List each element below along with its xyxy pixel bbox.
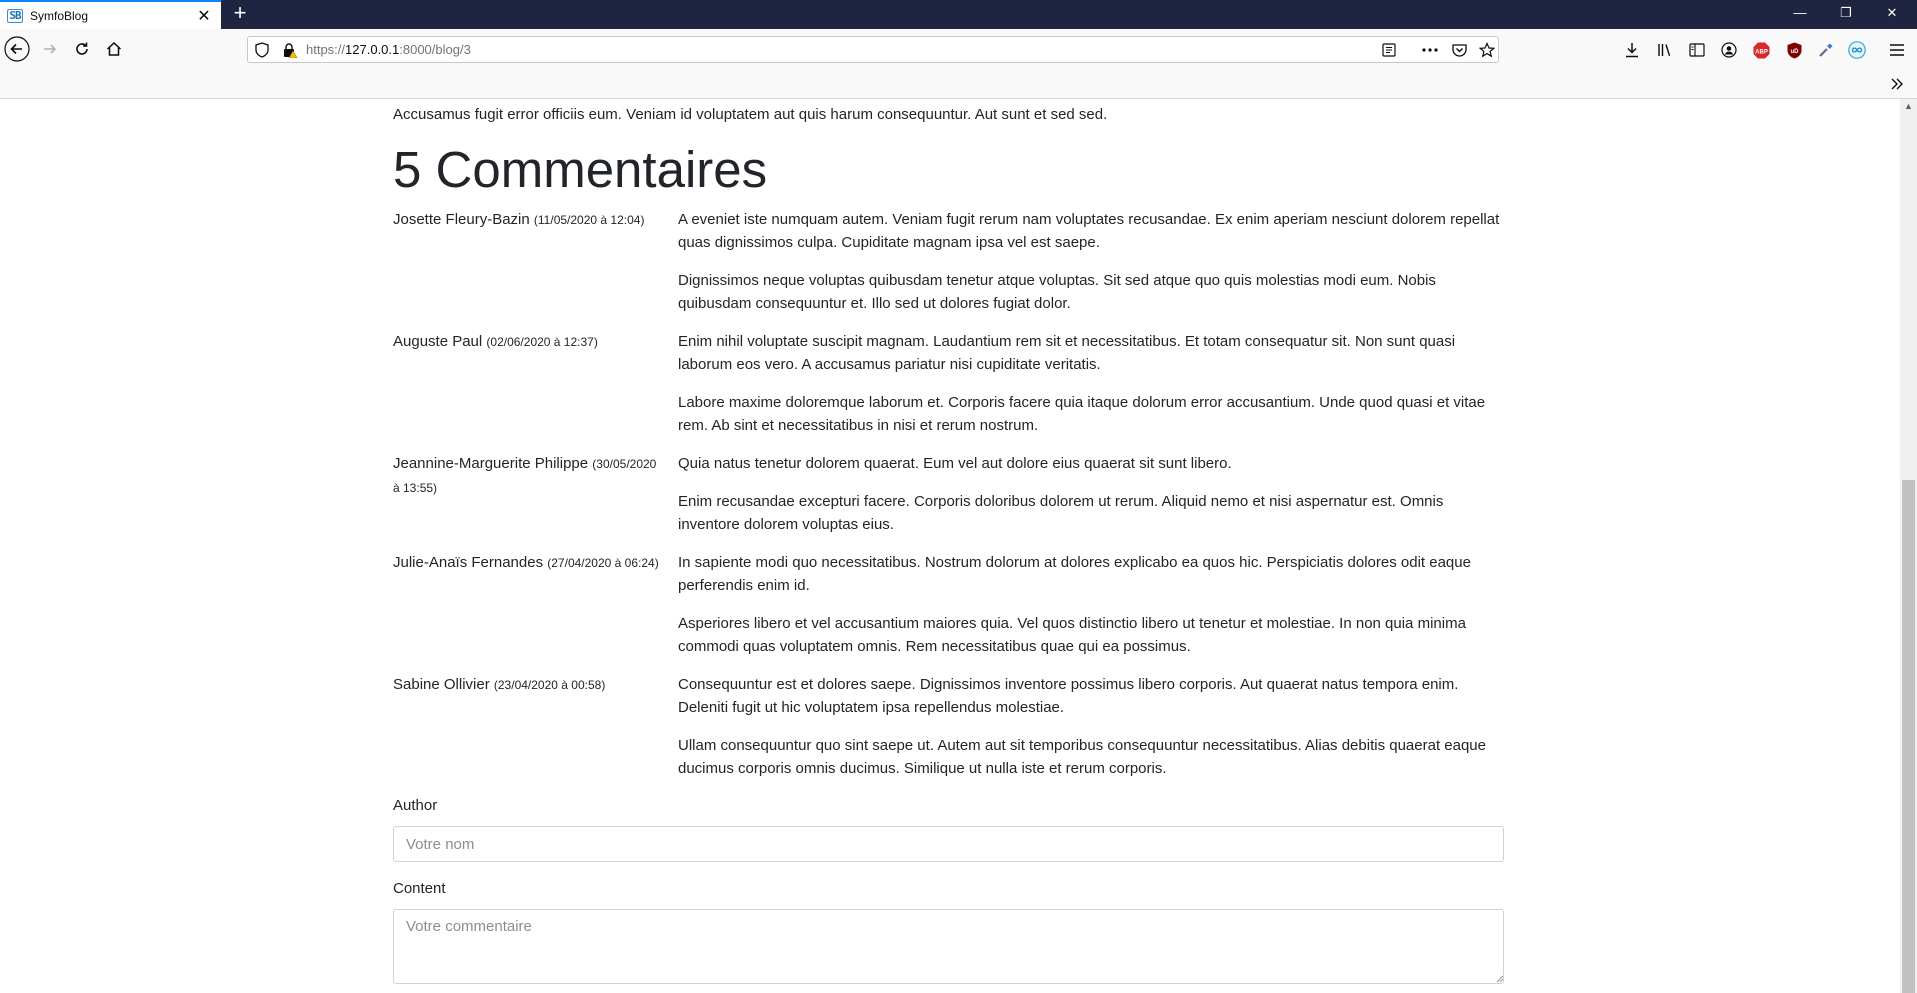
- comment-date: (27/04/2020 à 06:24): [547, 556, 659, 570]
- comment-date: (11/05/2020 à 12:04): [533, 213, 645, 227]
- bookmarks-toolbar: [0, 69, 1917, 99]
- comment-content: Quia natus tenetur dolorem quaerat. Eum …: [678, 452, 1505, 551]
- comment-author: Julie-Anaïs Fernandes (27/04/2020 à 06:2…: [393, 554, 659, 571]
- comment-paragraph: Quia natus tenetur dolorem quaerat. Eum …: [678, 455, 1232, 472]
- sidebar-icon[interactable]: [1688, 41, 1706, 59]
- reload-icon: [76, 42, 88, 55]
- comment-content: In sapiente modi quo necessitatibus. Nos…: [678, 551, 1505, 673]
- comment-date: (02/06/2020 à 12:37): [486, 335, 598, 349]
- bookmark-star-icon[interactable]: [1478, 41, 1496, 59]
- reader-view-icon[interactable]: [1380, 41, 1398, 59]
- minimize-icon[interactable]: —: [1777, 0, 1823, 29]
- comment-paragraph: In sapiente modi quo necessitatibus. Nos…: [678, 554, 1471, 594]
- author-label: Author: [393, 797, 438, 814]
- comment-content: A eveniet iste numquam autem. Veniam fug…: [678, 208, 1505, 330]
- comment-paragraph: Ullam consequuntur quo sint saepe ut. Au…: [678, 737, 1486, 777]
- library-icon[interactable]: [1656, 41, 1674, 59]
- pocket-icon[interactable]: [1450, 41, 1468, 59]
- window-close-icon[interactable]: ✕: [1869, 0, 1915, 29]
- forward-arrow-icon: [44, 44, 57, 54]
- tab-close-icon[interactable]: ✕: [192, 6, 216, 26]
- restore-icon[interactable]: ❐: [1823, 0, 1869, 29]
- tracking-shield-icon[interactable]: [253, 41, 271, 59]
- comment-paragraph: Labore maxime doloremque laborum et. Cor…: [678, 394, 1486, 434]
- comment-author: Auguste Paul (02/06/2020 à 12:37): [393, 333, 598, 350]
- browser-tab[interactable]: SB SymfoBlog ✕: [0, 0, 221, 29]
- resize-grip-icon[interactable]: [1496, 975, 1504, 983]
- browser-titlebar: SB SymfoBlog ✕ + — ❐ ✕: [0, 0, 1917, 29]
- comment-author: Sabine Ollivier (23/04/2020 à 00:58): [393, 676, 606, 693]
- menu-hamburger-icon[interactable]: [1888, 41, 1906, 59]
- account-icon[interactable]: [1720, 41, 1738, 59]
- overflow-chevron-icon[interactable]: [1888, 75, 1906, 93]
- insecure-lock-icon[interactable]: [281, 41, 299, 59]
- svg-text:uD: uD: [1790, 49, 1799, 55]
- comment-content: Enim nihil voluptate suscipit magnam. La…: [678, 330, 1505, 452]
- downloads-icon[interactable]: [1623, 41, 1641, 59]
- comments-heading: 5 Commentaires: [393, 141, 768, 198]
- comment-paragraph: Dignissimos neque voluptas quibusdam ten…: [678, 272, 1436, 312]
- comment-paragraph: Enim nihil voluptate suscipit magnam. La…: [678, 333, 1456, 373]
- comment-paragraph: Enim recusandae excepturi facere. Corpor…: [678, 493, 1444, 533]
- site-favicon-icon: SB: [7, 8, 23, 23]
- author-input[interactable]: [393, 826, 1504, 862]
- url-text[interactable]: https://127.0.0.1:8000/blog/3: [306, 42, 471, 57]
- extension-infinity-icon[interactable]: [1848, 41, 1866, 59]
- scrollbar-thumb[interactable]: [1902, 480, 1915, 993]
- comment-paragraph: Asperiores libero et vel accusantium mai…: [678, 615, 1466, 655]
- adblock-plus-icon[interactable]: ABP: [1752, 41, 1770, 59]
- comment-paragraph: Consequuntur est et dolores saepe. Digni…: [678, 676, 1459, 716]
- eyedropper-icon[interactable]: [1817, 41, 1835, 59]
- comment-content: Consequuntur est et dolores saepe. Digni…: [678, 673, 1505, 795]
- comment-author: Jeannine-Marguerite Philippe (30/05/2020…: [393, 455, 657, 495]
- home-icon: [106, 41, 122, 56]
- content-label: Content: [393, 880, 446, 897]
- new-tab-icon[interactable]: +: [228, 2, 252, 26]
- back-button[interactable]: [2, 34, 32, 64]
- forward-button[interactable]: [35, 34, 65, 64]
- content-textarea[interactable]: [393, 909, 1504, 984]
- comment-date: (23/04/2020 à 00:58): [493, 678, 606, 692]
- comment-paragraph: A eveniet iste numquam autem. Veniam fug…: [678, 211, 1500, 251]
- scroll-up-icon[interactable]: ▲: [1903, 101, 1914, 112]
- ublock-origin-icon[interactable]: uD: [1785, 41, 1803, 59]
- home-button[interactable]: [99, 34, 129, 64]
- comment-author: Josette Fleury-Bazin (11/05/2020 à 12:04…: [393, 211, 645, 228]
- article-last-paragraph: Accusamus fugit error officiis eum. Veni…: [393, 106, 1108, 123]
- svg-text:ABP: ABP: [1755, 49, 1768, 55]
- back-arrow-icon: [4, 36, 30, 62]
- page-actions-icon[interactable]: [1421, 41, 1439, 59]
- reload-button[interactable]: [67, 34, 97, 64]
- tab-title: SymfoBlog: [30, 8, 89, 23]
